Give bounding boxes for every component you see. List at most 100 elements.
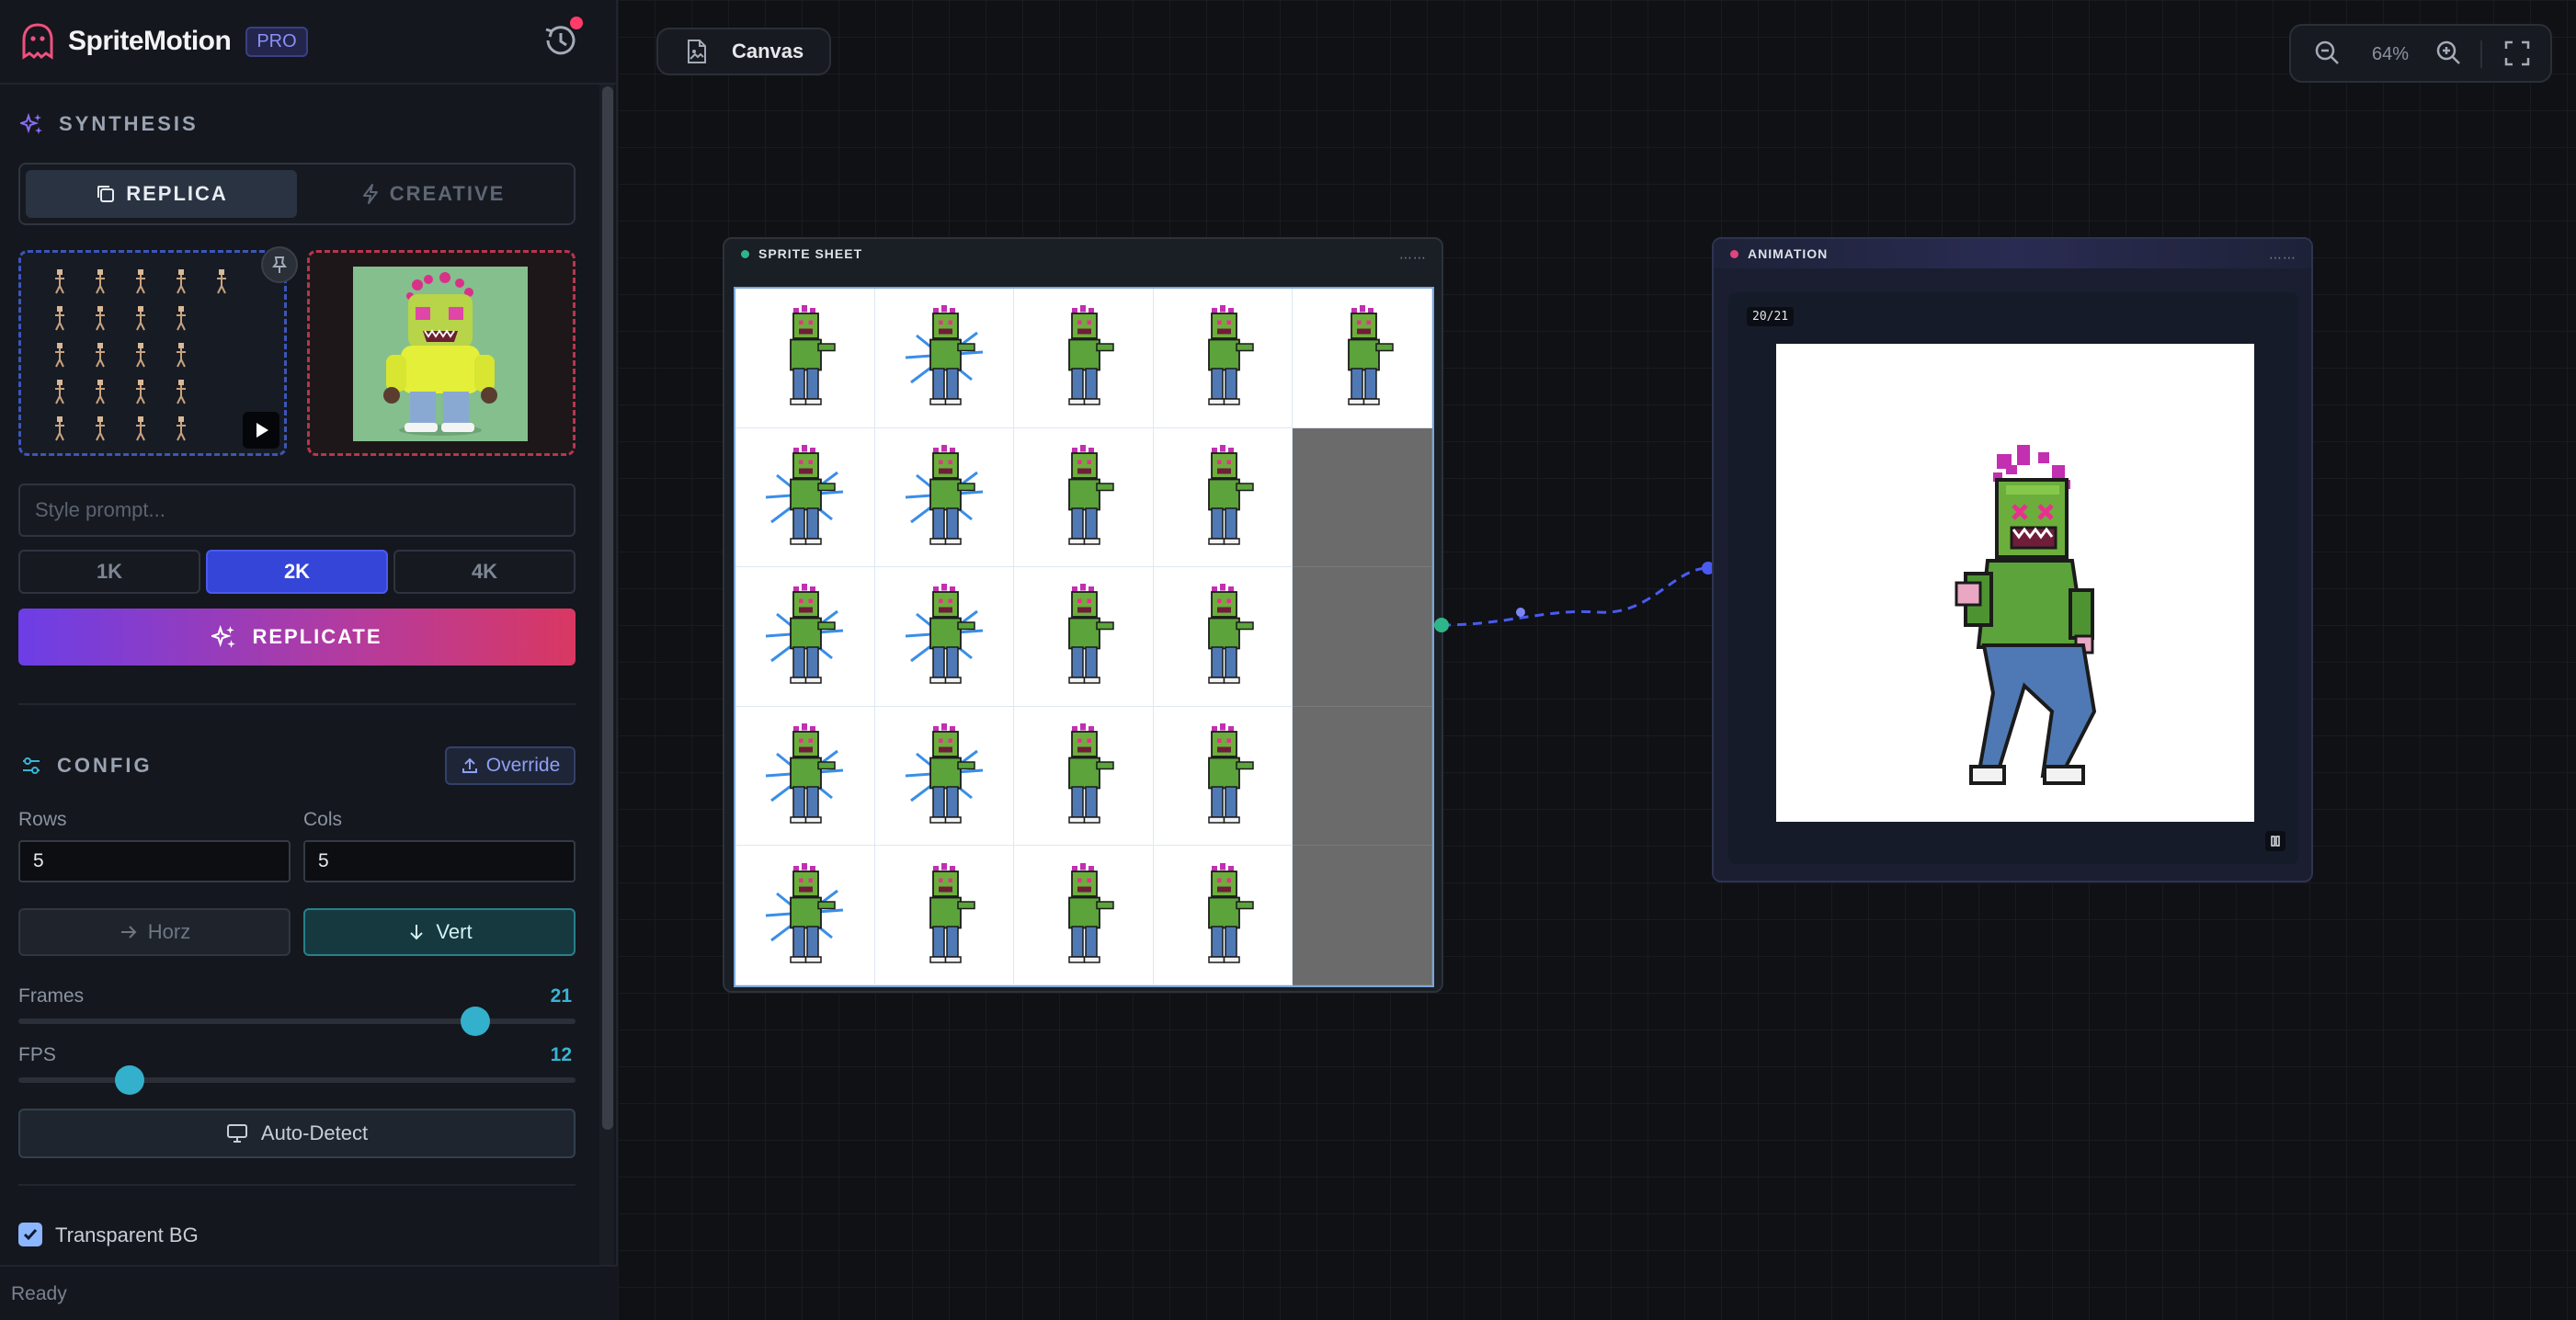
sprite-cell: [1293, 846, 1432, 985]
mode-replica-label: REPLICA: [126, 182, 228, 205]
direction-vertical-button[interactable]: Vert: [303, 908, 576, 956]
override-button[interactable]: Override: [445, 746, 576, 785]
frames-value: 21: [550, 985, 572, 1007]
sprite-cell: [735, 289, 875, 428]
animation-header[interactable]: ANIMATION: [1714, 239, 2311, 268]
sprite-cell: [1153, 289, 1294, 428]
section-divider: [18, 1184, 576, 1186]
replicate-label: REPLICATE: [252, 625, 382, 648]
section-divider: [18, 703, 576, 705]
pin-icon: [272, 256, 287, 273]
fps-slider-track[interactable]: [18, 1077, 576, 1083]
canvas-tab[interactable]: Canvas: [656, 28, 831, 75]
sprite-cell: [874, 567, 1015, 707]
mode-replica-button[interactable]: REPLICA: [26, 170, 297, 218]
sprite-cell: [874, 706, 1015, 847]
pause-button[interactable]: [2265, 831, 2285, 851]
cols-input[interactable]: 5: [303, 840, 576, 882]
sprite-cell: [874, 427, 1015, 568]
mode-creative-button[interactable]: CREATIVE: [297, 170, 568, 218]
sprite-cell: [1014, 706, 1154, 847]
sidebar-scrollbar-thumb[interactable]: [602, 86, 613, 1130]
output-port[interactable]: [1434, 618, 1449, 632]
sprite-cell: [1014, 846, 1154, 985]
mode-toggle: REPLICA CREATIVE: [18, 163, 576, 225]
notification-dot: [570, 17, 583, 29]
style-reference-image: [353, 267, 528, 441]
sprite-cell: [735, 846, 875, 985]
animation-node[interactable]: ANIMATION ⋯⋯ 20/21: [1712, 237, 2313, 882]
synthesis-section-title: SYNTHESIS: [20, 112, 199, 136]
sprite-cell: [735, 567, 875, 707]
sprite-cell: [1014, 427, 1154, 568]
play-icon: [256, 423, 268, 438]
ghost-icon: [22, 23, 53, 60]
sprite-cell: [1293, 567, 1432, 707]
sliders-icon: [23, 757, 40, 774]
sprite-sheet-node[interactable]: SPRITE SHEET ⋯⋯: [723, 237, 1443, 993]
drag-handle-icon[interactable]: ⋯⋯: [1399, 250, 1427, 266]
horz-label: Horz: [147, 920, 191, 943]
sprite-cell: [1153, 567, 1294, 707]
animation-status-dot: [1730, 249, 1738, 258]
arrow-right-icon: [120, 926, 137, 939]
sprite-cell: [874, 846, 1015, 985]
pin-button[interactable]: [261, 246, 298, 283]
fullscreen-icon[interactable]: [2502, 39, 2532, 68]
sprite-sheet-status-dot: [741, 249, 749, 258]
node-connector: [1434, 562, 1715, 632]
sparkles-icon: [211, 624, 236, 648]
frames-slider-thumb[interactable]: [460, 1007, 490, 1036]
resolution-2k-button[interactable]: 2K: [206, 550, 388, 594]
animation-frame: [1776, 344, 2254, 822]
rows-label: Rows: [18, 809, 67, 830]
frames-slider-track[interactable]: [18, 1018, 576, 1024]
vert-label: Vert: [436, 920, 473, 943]
sprite-sheet-title: SPRITE SHEET: [758, 246, 863, 261]
transparent-bg-checkbox[interactable]: [18, 1223, 42, 1246]
resolution-1k-button[interactable]: 1K: [18, 550, 200, 594]
direction-horizontal-button[interactable]: Horz: [18, 908, 291, 956]
upload-icon: [462, 757, 477, 773]
replicate-button[interactable]: REPLICATE: [18, 609, 576, 666]
fps-label: FPS: [18, 1044, 56, 1065]
cols-label: Cols: [303, 809, 343, 830]
zoom-controls: 64%: [2289, 24, 2552, 83]
brand-name: SpriteMotion: [68, 26, 232, 56]
sprite-cell: [1153, 427, 1294, 568]
status-text: Ready: [11, 1283, 67, 1304]
frame-counter: 20/21: [1747, 307, 1795, 326]
copy-icon: [97, 186, 115, 202]
sprite-cell: [1153, 706, 1294, 847]
play-preview-button[interactable]: [243, 412, 279, 449]
monitor-icon: [226, 1124, 247, 1143]
rows-input[interactable]: 5: [18, 840, 291, 882]
config-section-title: CONFIG: [20, 754, 153, 778]
config-title-text: CONFIG: [57, 754, 153, 777]
sprite-sheet-header[interactable]: SPRITE SHEET: [724, 239, 1442, 268]
transparent-bg-label: Transparent BG: [55, 1223, 199, 1246]
canvas-tab-label: Canvas: [732, 40, 804, 63]
auto-detect-button[interactable]: Auto-Detect: [18, 1109, 576, 1158]
zoom-out-icon[interactable]: [2313, 39, 2342, 68]
sidebar: SpriteMotion PRO SYNTHESIS REPLICA CREAT…: [0, 0, 618, 1320]
style-prompt-input[interactable]: [18, 484, 576, 537]
animation-preview: 20/21: [1728, 292, 2298, 864]
animation-title: ANIMATION: [1748, 246, 1829, 261]
auto-detect-label: Auto-Detect: [260, 1121, 369, 1144]
resolution-4k-button[interactable]: 4K: [393, 550, 576, 594]
pause-icon: [2271, 836, 2280, 847]
sprite-cell: [1153, 846, 1294, 985]
zoom-level: 64%: [2372, 44, 2410, 64]
override-label: Override: [485, 755, 561, 776]
drag-handle-icon[interactable]: ⋯⋯: [2269, 250, 2297, 266]
sprite-cell: [1293, 427, 1432, 568]
sprite-cell: [1293, 289, 1432, 428]
connector-midpoint[interactable]: [1516, 608, 1525, 617]
sprite-cell: [735, 427, 875, 568]
sprite-sheet-grid: [734, 287, 1434, 987]
fps-value: 12: [550, 1044, 572, 1065]
check-icon: [23, 1229, 38, 1241]
fps-slider-thumb[interactable]: [115, 1065, 145, 1095]
zoom-in-icon[interactable]: [2434, 39, 2464, 68]
